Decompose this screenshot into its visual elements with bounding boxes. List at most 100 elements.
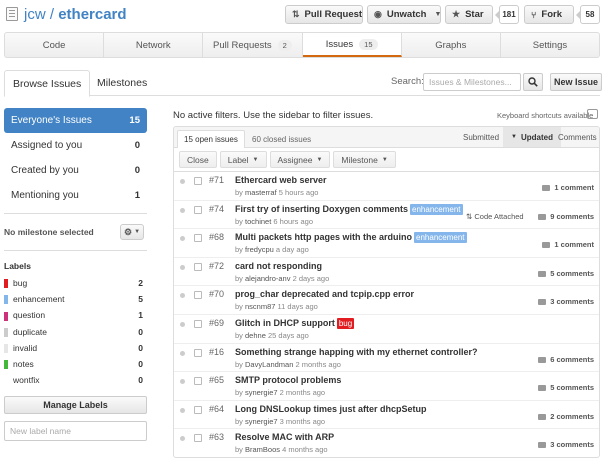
repo-header: jcw / ethercard ⇅ Pull Request ◉ Unwatch ▼ … [0,0,604,30]
issue-comments[interactable]: 1 comment [542,240,594,249]
issue-author[interactable]: synergie7 [245,417,278,426]
tab-network[interactable]: Network [104,33,204,57]
tab-pull-requests[interactable]: Pull Requests 2 [203,33,303,57]
issue-label-tag[interactable]: enhancement [410,203,463,215]
issue-title[interactable]: SMTP protocol problems [235,375,341,385]
issue-comments[interactable]: 5 comments [538,383,594,392]
tab-milestones[interactable]: Milestones [89,70,155,96]
issue-title[interactable]: Something strange happing with my ethern… [235,347,478,357]
issue-comments[interactable]: 5 comments [538,269,594,278]
issue-author[interactable]: dehne [245,331,266,340]
issue-title[interactable]: Long DNSLookup times just after dhcpSetu… [235,404,427,414]
label-item[interactable]: bug 2 [4,275,147,291]
issue-checkbox[interactable] [194,291,202,300]
comment-count: 3 comments [550,297,594,307]
comment-count: 9 comments [550,211,594,221]
label-item[interactable]: wontfix 0 [4,372,147,388]
issue-title[interactable]: Glitch in DHCP support [235,318,335,328]
issue-title[interactable]: card not responding [235,261,322,271]
issue-title[interactable]: Multi packets http pages with the arduin… [235,232,412,242]
tab-settings[interactable]: Settings [501,33,599,57]
label-item[interactable]: invalid 0 [4,340,147,356]
milestone-gear-button[interactable]: ⚙ ▼ [120,224,144,240]
label-swatch [4,376,8,386]
issue-title-wrap: Resolve MAC with ARP [235,432,334,442]
comment-count: 3 comments [550,440,594,450]
keyboard-shortcuts-link[interactable]: Keyboard shortcuts available [497,111,593,120]
tab-open-issues[interactable]: 15 open issues [177,130,245,148]
label-item[interactable]: notes 0 [4,356,147,372]
new-label-input[interactable]: New label name [4,421,147,442]
issue-meta: by nscnm87 11 days ago [235,302,318,312]
sort-submitted[interactable]: Submitted [455,127,507,147]
owner-link[interactable]: jcw [24,6,46,23]
issue-checkbox[interactable] [194,177,202,185]
issue-checkbox[interactable] [194,319,202,328]
issue-checkbox[interactable] [194,434,202,443]
milestone-dropdown[interactable]: Milestone ▼ [333,151,396,168]
issue-checkbox[interactable] [194,405,202,414]
issue-author[interactable]: nscnm87 [245,302,275,311]
issue-number: #65 [209,375,225,386]
issue-title[interactable]: Ethercard web server [235,175,327,185]
tab-graphs[interactable]: Graphs [402,33,501,57]
new-issue-button[interactable]: New Issue [550,73,602,91]
filter-everyones-issues[interactable]: Everyone's Issues 15 [4,108,147,133]
label-item[interactable]: duplicate 0 [4,324,147,340]
close-button[interactable]: Close [179,151,217,168]
issue-author[interactable]: masterraf [245,188,277,197]
issue-title[interactable]: prog_char deprecated and tcpip.cpp error [235,289,414,299]
search-input[interactable]: Issues & Milestones... [423,73,521,91]
filter-created-by-you[interactable]: Created by you 0 [4,158,147,183]
issue-checkbox[interactable] [194,234,202,243]
repo-link[interactable]: ethercard [58,6,126,23]
issue-row: #72 card not responding by alejandro-anv 2… [174,258,599,287]
search-button[interactable] [523,73,543,91]
issue-author[interactable]: fredycpu [245,245,274,254]
tab-issues[interactable]: Issues 15 [302,33,402,57]
issue-label-tag[interactable]: enhancement [414,232,467,244]
sort-comments[interactable]: Comments [550,127,599,147]
assignee-dropdown-label: Assignee [277,154,313,165]
tab-code[interactable]: Code [5,33,105,57]
pull-request-button[interactable]: ⇅ Pull Request [285,5,363,24]
issue-row: #65 SMTP protocol problems by synergie7 2 … [174,372,599,401]
read-status-dot [180,321,185,327]
issue-comments[interactable]: 3 comments [538,297,594,306]
label-item[interactable]: enhancement 5 [4,291,147,307]
manage-labels-button[interactable]: Manage Labels [4,396,147,415]
issue-title[interactable]: First try of inserting Doxygen comments [235,204,408,214]
issue-checkbox[interactable] [194,262,202,271]
fork-count[interactable]: 58 [576,5,600,24]
issue-checkbox[interactable] [194,348,202,357]
issue-author[interactable]: tochinet [245,217,271,226]
issue-author[interactable]: alejandro-anv [245,274,290,283]
tab-closed-issues[interactable]: 60 closed issues [246,130,317,148]
unwatch-button[interactable]: ◉ Unwatch ▼ [367,5,441,24]
issue-author[interactable]: synergie7 [245,388,278,397]
star-button[interactable]: ★ Star [445,5,493,24]
fork-button[interactable]: ⑂ Fork [524,5,574,24]
issue-comments[interactable]: 6 comments [538,355,594,364]
issue-author[interactable]: DavyLandman [245,360,293,369]
filter-assigned-to-you[interactable]: Assigned to you 0 [4,133,147,158]
assignee-dropdown[interactable]: Assignee ▼ [269,151,331,168]
issue-comments[interactable]: 1 comment [542,183,594,192]
tab-browse-issues[interactable]: Browse Issues [4,70,91,97]
label-item[interactable]: question 1 [4,307,147,323]
issue-checkbox[interactable] [194,377,202,386]
issue-author[interactable]: BramBoos [245,445,280,454]
label-dropdown[interactable]: Label ▼ [219,151,267,168]
star-count[interactable]: 181 [495,5,519,24]
issue-checkbox[interactable] [194,205,202,214]
issue-comments[interactable]: 9 comments [538,212,594,221]
issue-title[interactable]: Resolve MAC with ARP [235,432,334,442]
filter-mentioning-you[interactable]: Mentioning you 1 [4,183,147,208]
issue-comments[interactable]: 3 comments [538,440,594,449]
issue-label-tag[interactable]: bug [336,317,355,329]
issue-comments[interactable]: 2 comments [538,412,594,421]
issue-title-wrap: Ethercard web server [235,175,327,185]
issue-row: #74 First try of inserting Doxygen commen… [174,201,599,230]
tab-label: Pull Requests [213,39,272,51]
search-label: Search: [391,76,424,87]
